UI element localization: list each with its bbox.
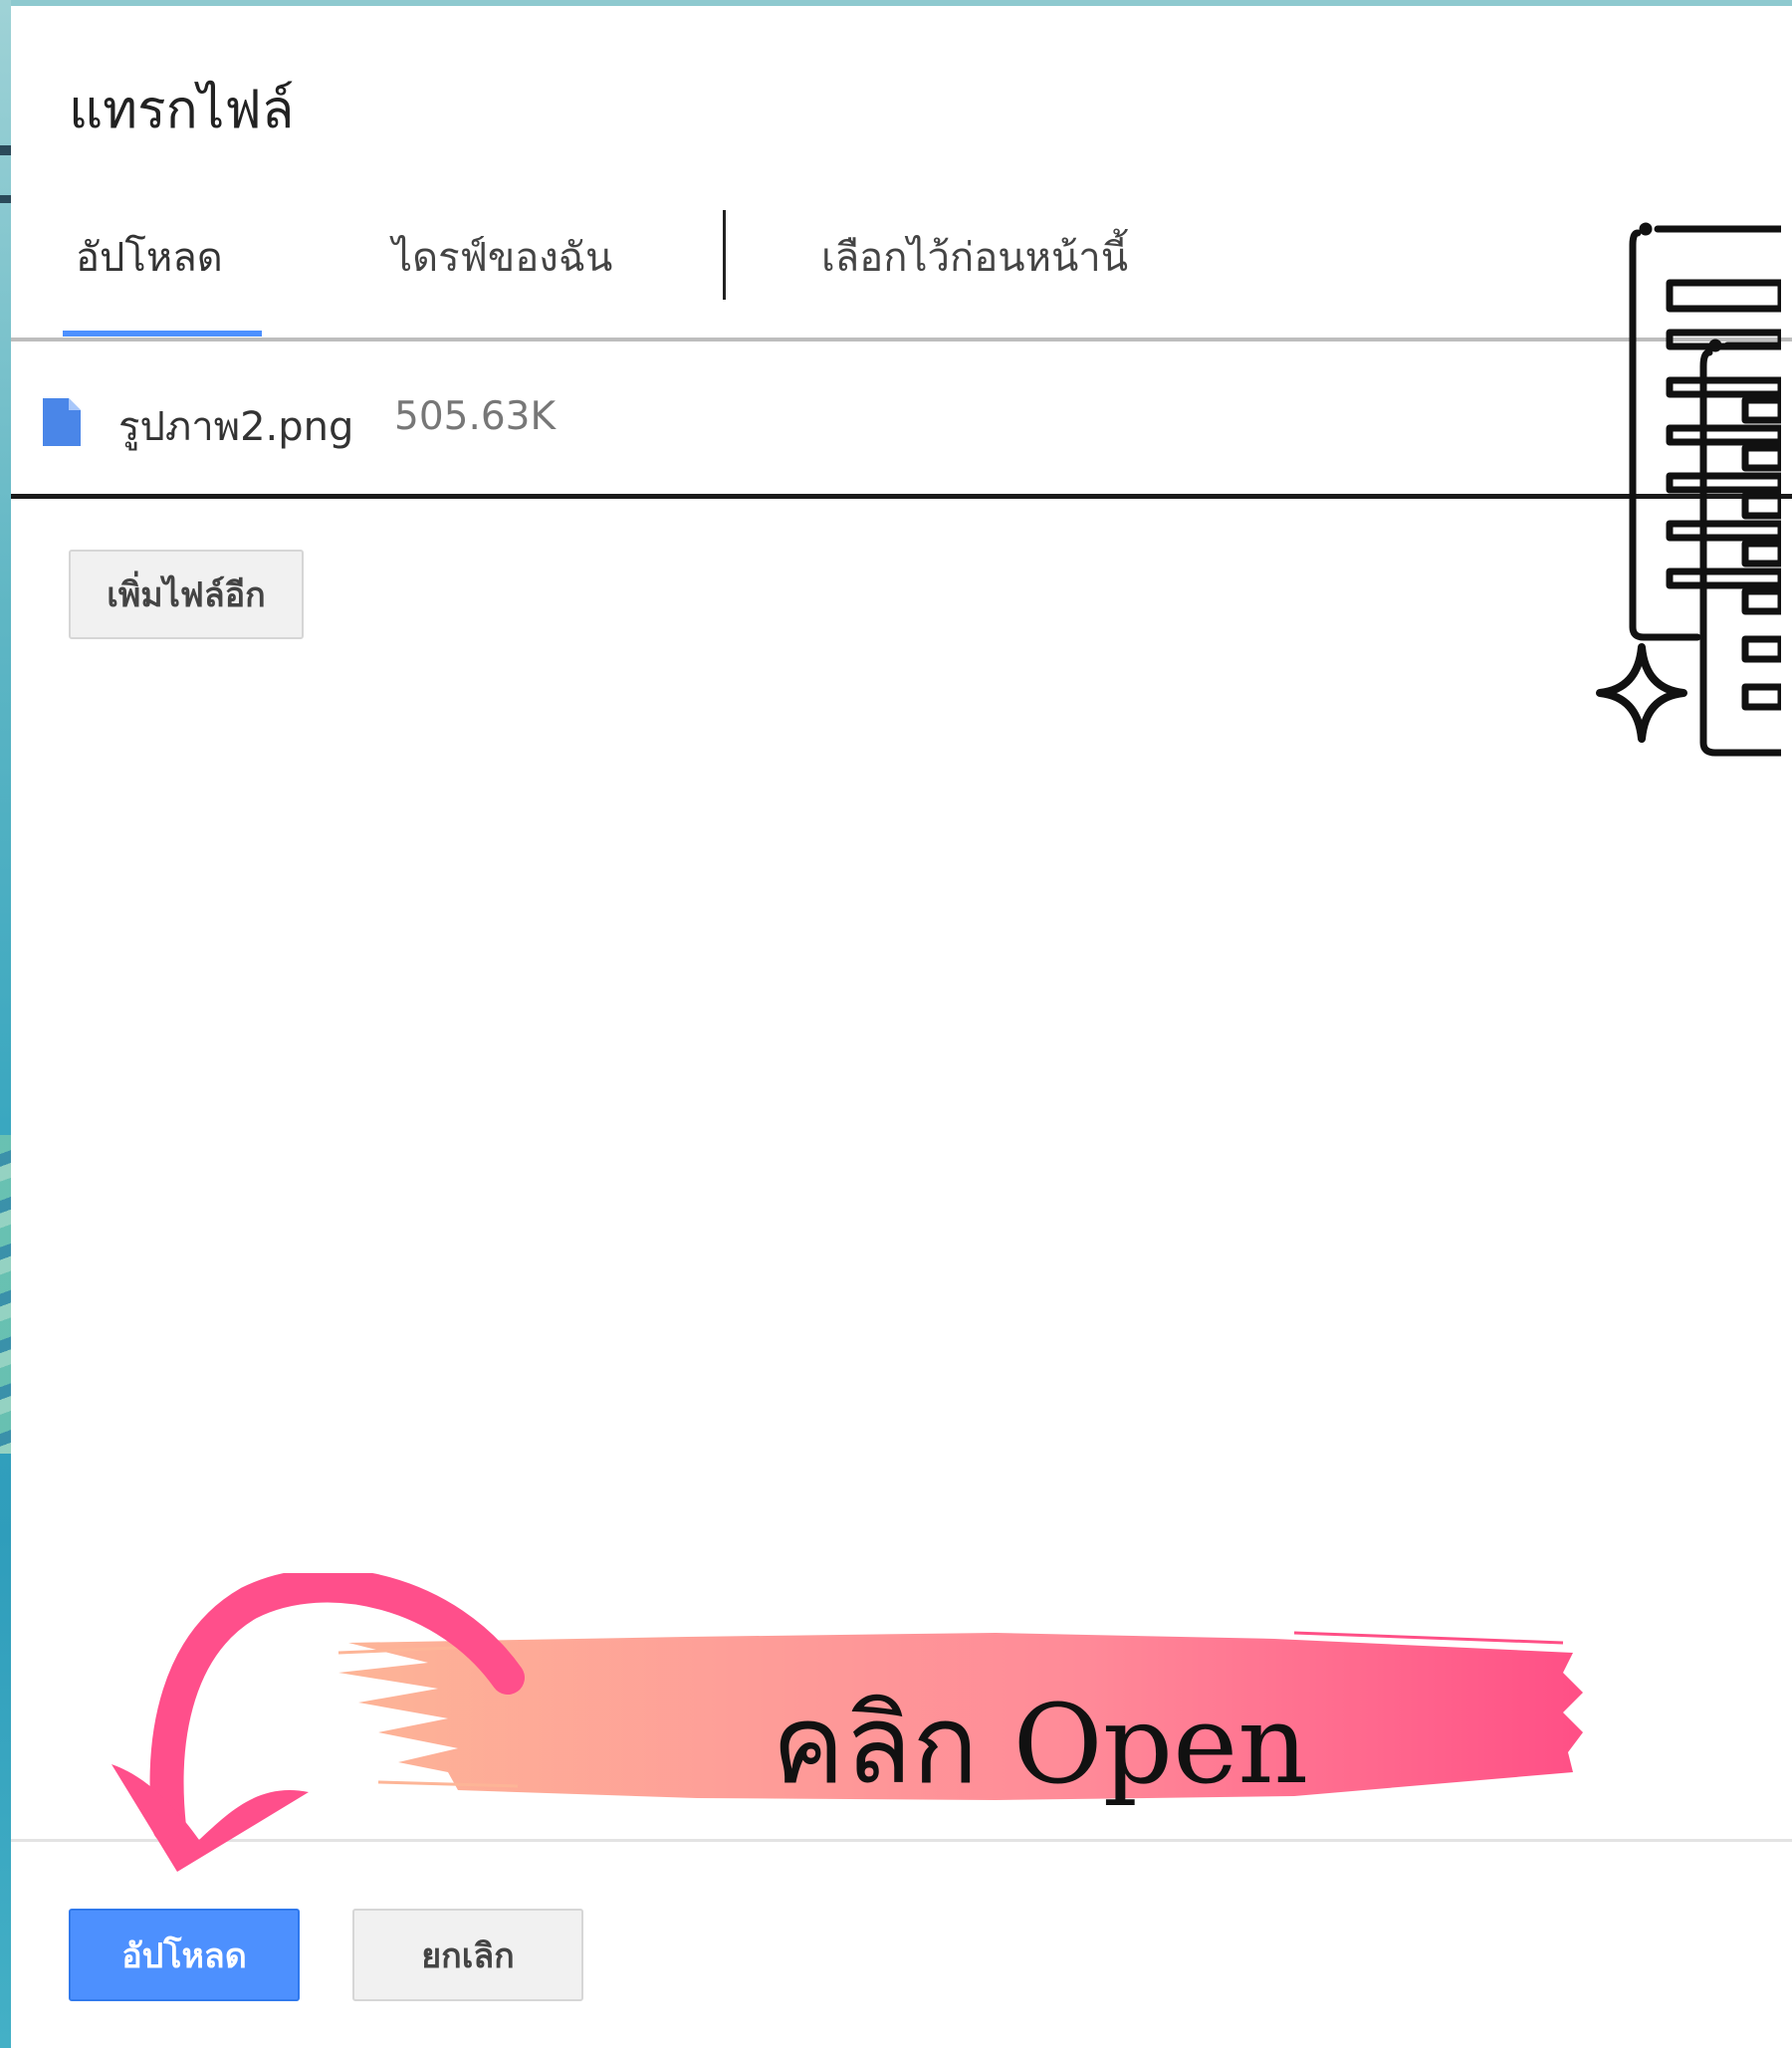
tab-recently-selected[interactable]: เลือกไว้ก่อนหน้านี้ xyxy=(821,225,1128,289)
tab-my-drive[interactable]: ไดรฟ์ของฉัน xyxy=(392,225,612,289)
file-name: รูปภาพ2.png xyxy=(118,404,354,450)
documents-illustration xyxy=(1596,222,1781,757)
file-list-divider xyxy=(11,494,1792,499)
background-wave xyxy=(0,1135,11,1454)
dialog-title: แทรกไฟล์ xyxy=(69,80,295,140)
background-stripe xyxy=(0,145,11,155)
tab-upload[interactable]: อัปโหลด xyxy=(76,225,223,289)
tab-divider xyxy=(723,210,726,300)
page-background-left xyxy=(0,0,11,2048)
cancel-button[interactable]: ยกเลิก xyxy=(352,1909,583,2001)
add-more-files-button[interactable]: เพิ่มไฟล์อีก xyxy=(69,550,304,639)
file-size: 505.63K xyxy=(394,394,557,439)
upload-button[interactable]: อัปโหลด xyxy=(69,1909,300,2001)
click-open-hint: คลิก Open xyxy=(772,1681,1309,1808)
active-tab-indicator xyxy=(63,331,262,337)
file-list-item: รูปภาพ2.png 505.63K xyxy=(11,374,1792,504)
tabs-divider xyxy=(11,338,1792,341)
file-icon xyxy=(43,398,81,446)
background-stripe xyxy=(0,195,11,203)
